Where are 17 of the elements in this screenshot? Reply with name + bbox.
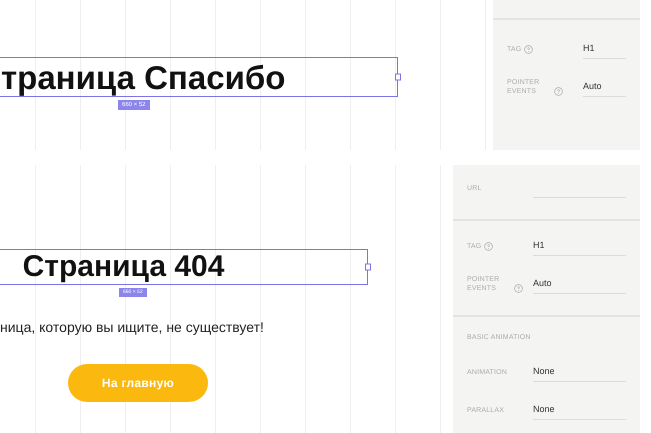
select-field[interactable]: H1 xyxy=(533,236,626,256)
select-field[interactable]: None xyxy=(533,362,626,382)
selection-frame[interactable]: траница Спасибо xyxy=(0,57,398,97)
page-heading: Страница 404 xyxy=(22,252,224,282)
resize-handle[interactable] xyxy=(365,264,371,270)
select-field[interactable]: None xyxy=(533,400,626,420)
page-text: ница, которую вы ищите, не существует! xyxy=(0,318,265,337)
help-icon[interactable] xyxy=(524,44,534,54)
resize-handle[interactable] xyxy=(395,74,401,80)
help-icon[interactable] xyxy=(514,284,523,293)
selection-frame[interactable]: Страница 404 xyxy=(0,249,368,285)
select-field[interactable]: Auto xyxy=(533,274,626,294)
select-field[interactable]: H1 xyxy=(583,39,626,59)
page-heading: траница Спасибо xyxy=(1,60,286,94)
select-field[interactable]: Auto xyxy=(583,77,626,97)
help-icon[interactable] xyxy=(554,87,563,96)
help-icon[interactable] xyxy=(484,242,494,250)
